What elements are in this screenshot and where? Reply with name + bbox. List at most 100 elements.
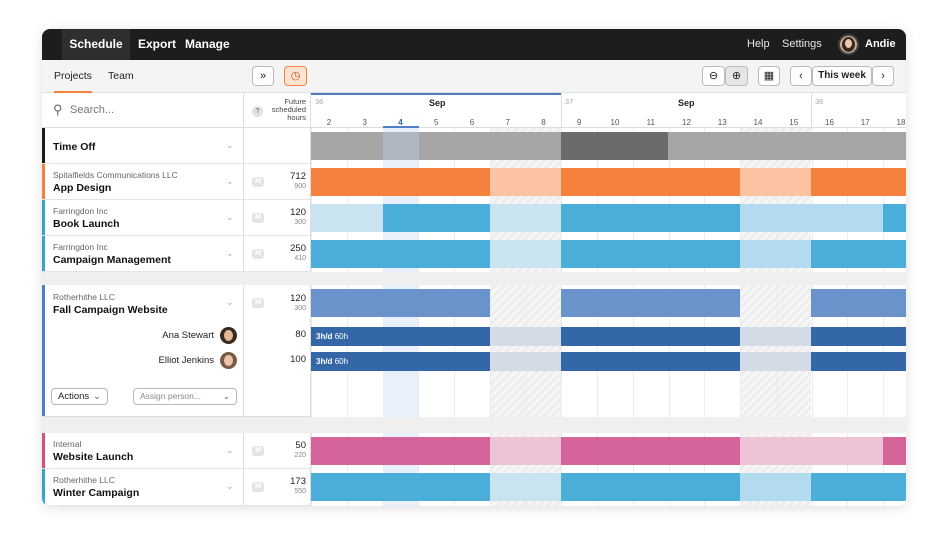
- project-bar[interactable]: [883, 437, 906, 465]
- month-label: Sep: [429, 98, 446, 108]
- chevron-down-icon: ⌄: [93, 391, 101, 402]
- user-name[interactable]: Andie: [865, 29, 896, 60]
- day-label: 10: [610, 118, 620, 127]
- project-bar[interactable]: [311, 473, 490, 501]
- user-avatar[interactable]: [838, 34, 859, 55]
- zoom-out-icon: ⊖: [708, 70, 719, 82]
- zoom-out-button[interactable]: ⊖: [702, 66, 725, 86]
- prev-week-button[interactable]: ‹: [790, 66, 812, 86]
- assignment-bar[interactable]: [811, 352, 906, 371]
- chevron-down-icon[interactable]: ⌄: [226, 481, 234, 492]
- project-bar[interactable]: [561, 437, 740, 465]
- hours-budget: 900: [294, 183, 306, 190]
- project-name: Fall Campaign Website: [53, 304, 168, 316]
- milestone-badge: M: [252, 482, 264, 492]
- project-bar[interactable]: [561, 168, 740, 196]
- chevron-right-icon: ›: [881, 70, 885, 82]
- project-bar[interactable]: [561, 240, 740, 268]
- help-link[interactable]: Help: [747, 29, 770, 60]
- search-input[interactable]: [70, 101, 230, 119]
- project-bar[interactable]: [811, 240, 906, 268]
- day-label: 5: [434, 118, 439, 127]
- project-row-winter-campaign[interactable]: Rotherhithe LLC Winter Campaign ⌄: [42, 469, 244, 506]
- nav-manage[interactable]: Manage: [185, 29, 230, 60]
- client-name: Spitalfields Communications LLC: [53, 170, 178, 180]
- project-row-fall-campaign-website[interactable]: Rotherhithe LLC Fall Campaign Website ⌄ …: [42, 285, 244, 417]
- project-bar[interactable]: [311, 437, 490, 465]
- tab-projects[interactable]: Projects: [54, 60, 92, 93]
- project-row-time-off[interactable]: Time Off ⌄: [42, 128, 244, 164]
- hours-cell: M 712 900: [244, 164, 311, 200]
- project-row-campaign-management[interactable]: Farringdon Inc Campaign Management ⌄: [42, 236, 244, 272]
- assignment-bar[interactable]: 3h/d 60h: [311, 352, 490, 371]
- project-bar[interactable]: [811, 473, 906, 501]
- search-box[interactable]: ⚲: [42, 93, 244, 128]
- project-bar-light[interactable]: [311, 204, 383, 232]
- assignment-bar[interactable]: [811, 327, 906, 346]
- project-bar[interactable]: [311, 168, 490, 196]
- nav-schedule[interactable]: Schedule: [62, 29, 130, 60]
- project-bar[interactable]: [561, 473, 740, 501]
- next-week-button[interactable]: ›: [872, 66, 894, 86]
- project-color-bar: [42, 164, 45, 199]
- top-bar: Schedule Export Manage Help Settings And…: [42, 29, 906, 60]
- milestone-badge: M: [252, 446, 264, 456]
- assignment-rate: 3h/d: [316, 357, 333, 366]
- project-bar[interactable]: [883, 204, 906, 232]
- project-bar[interactable]: [811, 168, 906, 196]
- time-off-bar[interactable]: [668, 132, 906, 160]
- chevron-down-icon[interactable]: ⌄: [226, 297, 234, 308]
- timeline-row: [311, 433, 906, 469]
- chevron-down-icon[interactable]: ⌄: [226, 212, 234, 223]
- person-hours: 80: [295, 329, 306, 340]
- project-row-app-design[interactable]: Spitalfields Communications LLC App Desi…: [42, 164, 244, 200]
- project-bar[interactable]: [311, 289, 490, 317]
- chevron-down-icon[interactable]: ⌄: [226, 248, 234, 259]
- calendar-button[interactable]: ▦: [758, 66, 780, 86]
- project-row-book-launch[interactable]: Farringdon Inc Book Launch ⌄: [42, 200, 244, 236]
- zoom-in-button[interactable]: ⊕: [725, 66, 748, 86]
- client-name: Farringdon Inc: [53, 242, 108, 252]
- time-off-bar[interactable]: [311, 132, 561, 160]
- project-bar[interactable]: [311, 240, 490, 268]
- assignment-bar[interactable]: [561, 327, 740, 346]
- project-bar-light[interactable]: [740, 437, 883, 465]
- project-bar[interactable]: [811, 289, 906, 317]
- project-bar[interactable]: [561, 289, 740, 317]
- help-icon[interactable]: ?: [252, 106, 263, 117]
- project-name: Website Launch: [53, 451, 134, 463]
- collapse-all-button[interactable]: »: [252, 66, 274, 86]
- day-label: 6: [469, 118, 475, 127]
- timeline-row: 3h/d 60h 3h/d 60h: [311, 285, 906, 417]
- day-label: 18: [896, 118, 906, 127]
- nav-export[interactable]: Export: [138, 29, 176, 60]
- settings-link[interactable]: Settings: [782, 29, 822, 60]
- project-bar[interactable]: [561, 204, 740, 232]
- milestone-badge: M: [252, 213, 264, 223]
- day-label: 11: [646, 118, 655, 127]
- timeline-header: 36 Sep 37 Sep 38 2 3 4 5 6 7 8 9 10 11 12 13 14 15 16 1…: [311, 93, 906, 128]
- tab-team[interactable]: Team: [108, 60, 134, 93]
- time-off-bar[interactable]: [561, 132, 668, 160]
- project-bar-weekend: [490, 204, 561, 232]
- project-color-bar: [42, 236, 45, 271]
- hours-value: 120: [290, 293, 306, 304]
- chevron-down-icon[interactable]: ⌄: [226, 445, 234, 456]
- app-window: Schedule Export Manage Help Settings And…: [42, 29, 906, 506]
- hours-budget: 410: [294, 255, 306, 262]
- project-bar[interactable]: [383, 204, 490, 232]
- project-row-website-launch[interactable]: Internal Website Launch ⌄: [42, 433, 244, 469]
- project-bar-light[interactable]: [740, 204, 883, 232]
- assignment-bar[interactable]: 3h/d 60h: [311, 327, 490, 346]
- project-name: Time Off: [53, 141, 96, 153]
- chevron-down-icon[interactable]: ⌄: [226, 140, 234, 151]
- history-button[interactable]: ◷: [284, 66, 307, 86]
- assign-person-select[interactable]: Assign person... ⌄: [133, 388, 237, 405]
- chevron-down-icon[interactable]: ⌄: [226, 176, 234, 187]
- actions-dropdown[interactable]: Actions ⌄: [51, 388, 108, 405]
- project-bar-weekend: [740, 240, 811, 268]
- assignment-bar[interactable]: [561, 352, 740, 371]
- this-week-button[interactable]: This week: [812, 66, 872, 86]
- chevron-left-icon: ‹: [799, 70, 803, 82]
- schedule-grid[interactable]: 36 Sep 37 Sep 38 2 3 4 5 6 7 8 9 10 11 12 13 14 15 16 1…: [311, 93, 906, 506]
